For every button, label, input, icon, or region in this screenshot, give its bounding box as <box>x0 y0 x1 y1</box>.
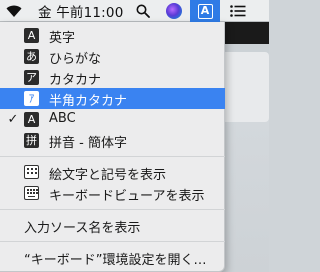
wifi-icon[interactable] <box>4 0 24 22</box>
background-window <box>221 52 269 122</box>
menu-item-label: ひらがな <box>49 52 102 67</box>
katakana-badge-icon: ア <box>24 70 39 85</box>
menu-item-show-input-source-name[interactable]: 入力ソース名を表示 <box>0 215 225 236</box>
input-source-menu-icon[interactable]: A <box>190 0 220 22</box>
menu-item-label: 拼音 - 簡体字 <box>49 136 127 151</box>
menu-item-label: “キーボード”環境設定を開く… <box>24 253 207 268</box>
menu-item-show-emoji[interactable]: 絵文字と記号を表示 <box>0 162 225 183</box>
menu-item-label: 英字 <box>49 31 76 46</box>
menu-item-label: カタカナ <box>49 73 102 88</box>
keyboard-icon <box>24 186 39 200</box>
menu-item-hiragana[interactable]: あ ひらがな <box>0 46 225 67</box>
menu-bar-clock[interactable]: 金 午前11:00 <box>38 0 124 22</box>
menu-item-show-keyboard-viewer[interactable]: キーボードビューアを表示 <box>0 183 225 204</box>
menu-item-label: 絵文字と記号を表示 <box>49 168 167 183</box>
menu-bar: 金 午前11:00 A <box>0 0 269 22</box>
background-window-strip <box>221 22 269 44</box>
menu-item-label: キーボードビューアを表示 <box>49 189 205 204</box>
input-source-dropdown-menu: A 英字 あ ひらがな ア カタカナ ｱ 半角カタカナ ✓ A ABC 拼 拼音… <box>0 22 225 272</box>
screen: 金 午前11:00 A A 英字 あ ひらがな ア カタカナ ｱ 半角カタカナ … <box>0 0 269 272</box>
menu-separator <box>0 209 225 210</box>
menu-item-label: 半角カタカナ <box>49 94 128 109</box>
input-source-letter: A <box>197 3 213 19</box>
pinyin-badge-icon: 拼 <box>24 133 39 148</box>
spotlight-search-icon[interactable] <box>134 0 152 22</box>
notification-center-icon[interactable] <box>228 0 248 22</box>
menu-item-label: ABC <box>49 111 76 126</box>
menu-item-pinyin-simplified[interactable]: 拼 拼音 - 簡体字 <box>0 130 225 151</box>
menu-item-katakana[interactable]: ア カタカナ <box>0 67 225 88</box>
menu-item-eiji[interactable]: A 英字 <box>0 25 225 46</box>
checkmark-icon: ✓ <box>7 112 19 127</box>
menu-separator <box>0 241 225 242</box>
menu-item-halfwidth-katakana[interactable]: ｱ 半角カタカナ <box>0 88 225 109</box>
eiji-badge-icon: A <box>24 28 39 43</box>
menu-separator <box>0 156 225 157</box>
menu-item-abc[interactable]: ✓ A ABC <box>0 109 225 130</box>
menu-item-label: 入力ソース名を表示 <box>24 221 141 236</box>
halfwidth-katakana-badge-icon: ｱ <box>24 91 39 106</box>
menu-item-open-keyboard-preferences[interactable]: “キーボード”環境設定を開く… <box>0 247 225 268</box>
emoji-symbols-icon <box>24 165 39 179</box>
siri-icon[interactable] <box>164 0 184 22</box>
hiragana-badge-icon: あ <box>24 49 39 64</box>
abc-badge-icon: A <box>24 112 39 127</box>
